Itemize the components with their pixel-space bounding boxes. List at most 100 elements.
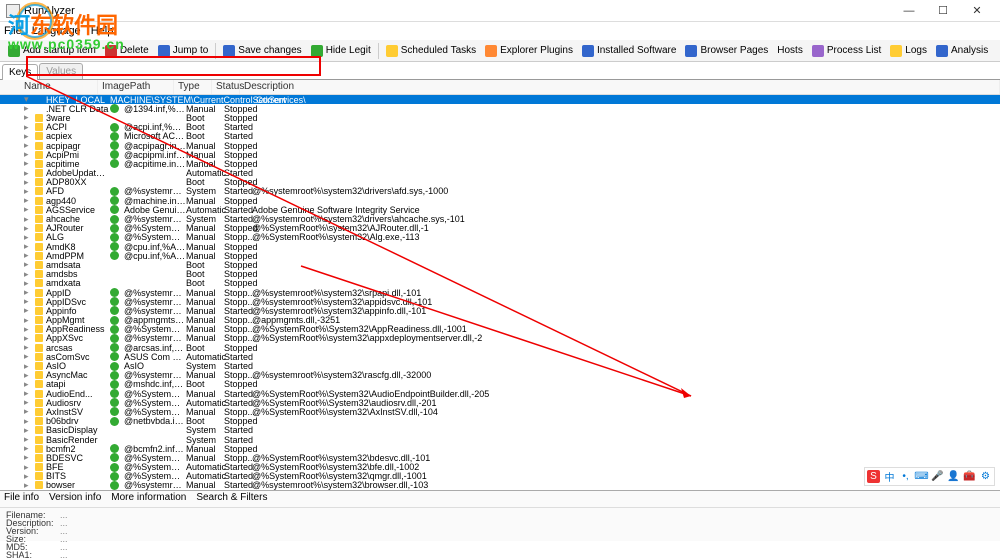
image-indicator-icon	[110, 113, 124, 122]
hosts-button[interactable]: Hosts	[773, 43, 807, 58]
table-row[interactable]: ▸bowser@%systemroot%\syst...ManualStarte…	[0, 481, 1000, 490]
col-description[interactable]: Description	[240, 80, 1000, 94]
table-row[interactable]: ▸amdsataBootStopped	[0, 260, 1000, 269]
service-icon	[34, 325, 44, 334]
service-icon	[34, 316, 44, 325]
service-icon	[34, 196, 44, 205]
service-icon	[34, 224, 44, 233]
service-icon	[34, 481, 44, 490]
ime-punct-icon[interactable]: •,	[899, 470, 912, 483]
image-indicator-icon	[110, 196, 124, 205]
scheduled-tasks-button[interactable]: Scheduled Tasks	[382, 43, 480, 59]
installed-software-button[interactable]: Installed Software	[578, 43, 681, 59]
tab-file-info[interactable]: File info	[4, 492, 39, 506]
ime-skin-icon[interactable]: 👤	[947, 470, 960, 483]
tree-expand-icon[interactable]: ▸	[24, 480, 34, 490]
hide-icon	[311, 45, 323, 57]
tab-more-info[interactable]: More information	[111, 492, 186, 506]
cell-imagepath: @cpu.inf,%AmdPP...	[124, 251, 186, 261]
ime-keyboard-icon[interactable]: ⌨	[915, 470, 928, 483]
image-indicator-icon	[110, 362, 124, 371]
services-list[interactable]: ▾ HKEY_LOCAL_MACHINE\SYSTEM\CurrentContr…	[0, 95, 1000, 490]
minimize-button[interactable]: —	[892, 1, 926, 21]
cell-description: @%systemroot%\system32\drivers\afd.sys,-…	[252, 186, 1000, 196]
table-row[interactable]: ▸BasicDisplaySystemStarted	[0, 426, 1000, 435]
image-indicator-icon	[110, 463, 124, 472]
ime-cn-icon[interactable]: 中	[883, 470, 896, 483]
process-list-button[interactable]: Process List	[808, 43, 885, 59]
image-indicator-icon	[110, 141, 124, 150]
image-indicator-icon	[110, 380, 124, 389]
explorer-plugins-button[interactable]: Explorer Plugins	[481, 43, 577, 59]
version-value: ...	[60, 526, 68, 534]
table-row[interactable]: ▸acpitime@acpitime.inf,%Acpi...ManualSto…	[0, 159, 1000, 168]
service-icon	[34, 352, 44, 361]
ime-mic-icon[interactable]: 🎤	[931, 470, 944, 483]
table-row[interactable]: ▸.NET CLR Data@1394.inf,%PCI\CC...Manual…	[0, 104, 1000, 113]
image-indicator-icon	[110, 407, 124, 416]
service-icon	[34, 260, 44, 269]
cell-imagepath: @%systemroot%\syst...	[124, 480, 186, 490]
service-icon	[34, 242, 44, 251]
table-row[interactable]: ▸AmdPPM@cpu.inf,%AmdPP...ManualStopped	[0, 251, 1000, 260]
service-icon	[34, 472, 44, 481]
col-imagepath[interactable]: ImagePath	[98, 80, 174, 94]
maximize-button[interactable]: ☐	[926, 1, 960, 21]
col-type[interactable]: Type	[174, 80, 212, 94]
logs-icon	[890, 45, 902, 57]
analysis-button[interactable]: Analysis	[932, 43, 992, 59]
tab-keys[interactable]: Keys	[2, 64, 38, 80]
service-icon	[34, 398, 44, 407]
service-icon	[34, 306, 44, 315]
col-status[interactable]: Status	[212, 80, 240, 94]
hide-legit-button[interactable]: Hide Legit	[307, 43, 375, 59]
service-icon	[34, 444, 44, 453]
cell-status: Started	[224, 480, 252, 490]
table-row[interactable]: ▸amdsbsBootStopped	[0, 270, 1000, 279]
toolbar: Add startup item Delete Jump to Save cha…	[0, 40, 1000, 62]
table-row[interactable]: ▸b06bdrv@netbvbda.inf,%vbd...BootStopped	[0, 417, 1000, 426]
image-indicator-icon	[110, 435, 124, 444]
process-icon	[812, 45, 824, 57]
save-icon	[223, 45, 235, 57]
jump-to-button[interactable]: Jump to	[154, 43, 213, 59]
service-icon	[34, 178, 44, 187]
service-icon	[34, 123, 44, 132]
delete-button[interactable]: Delete	[101, 43, 153, 59]
ime-toolbox-icon[interactable]: 🧰	[963, 470, 976, 483]
close-button[interactable]: ✕	[960, 1, 994, 21]
add-startup-button[interactable]: Add startup item	[4, 43, 100, 59]
image-indicator-icon	[110, 334, 124, 343]
image-indicator-icon	[110, 288, 124, 297]
tab-values[interactable]: Values	[39, 63, 83, 79]
separator	[378, 43, 379, 59]
cell-name: bowser	[46, 480, 110, 490]
service-icon	[34, 113, 44, 122]
clock-icon	[386, 45, 398, 57]
cell-imagepath: @netbvbda.inf,%vbd...	[124, 416, 186, 426]
table-row[interactable]: ▸AdobeUpdateServiceAutomaticStarted	[0, 169, 1000, 178]
cell-description: @%SystemRoot%\system32\AxInstSV.dll,-104	[252, 407, 1000, 417]
service-icon	[34, 270, 44, 279]
ime-s-icon[interactable]: S	[867, 470, 880, 483]
logs-button[interactable]: Logs	[886, 43, 931, 59]
cell-imagepath: @1394.inf,%PCI\CC...	[124, 104, 186, 114]
image-indicator-icon	[110, 279, 124, 288]
image-indicator-icon	[110, 224, 124, 233]
tab-version-info[interactable]: Version info	[49, 492, 101, 506]
tabbar: Keys Values	[0, 62, 1000, 80]
image-indicator-icon	[110, 233, 124, 242]
browser-pages-button[interactable]: Browser Pages	[681, 43, 772, 59]
service-icon	[34, 132, 44, 141]
image-indicator-icon	[110, 104, 124, 113]
service-icon	[34, 187, 44, 196]
ime-settings-icon[interactable]: ⚙	[979, 470, 992, 483]
image-indicator-icon	[110, 343, 124, 352]
image-indicator-icon	[110, 352, 124, 361]
tab-search-filters[interactable]: Search & Filters	[196, 492, 267, 506]
description-label: Description:	[6, 518, 56, 526]
menu-help[interactable]: Help	[91, 25, 114, 37]
col-name[interactable]: Name	[0, 80, 98, 94]
cell-description: @%systemroot%\system32\rascfg.dll,-32000	[252, 370, 1000, 380]
save-button[interactable]: Save changes	[219, 43, 305, 59]
